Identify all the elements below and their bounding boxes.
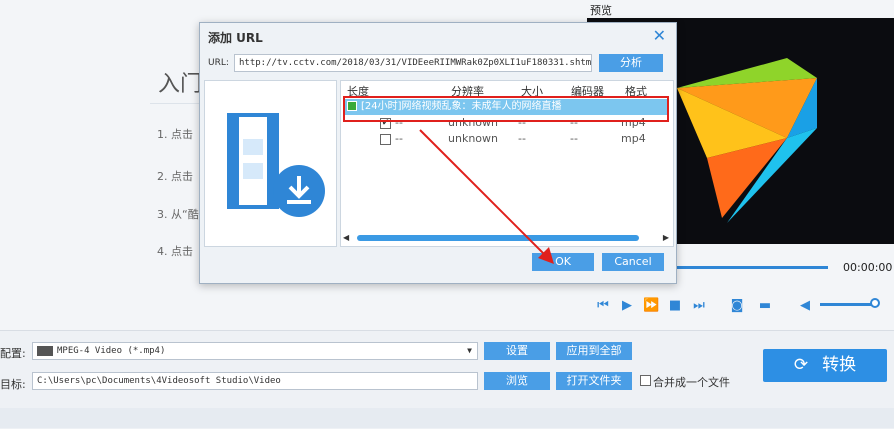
annotation-arrow	[419, 129, 554, 264]
